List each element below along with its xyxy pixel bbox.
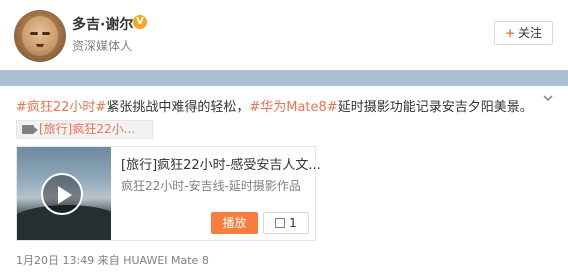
video-camera-icon	[22, 125, 38, 134]
follow-button[interactable]: + 关注	[494, 21, 553, 45]
hashtag-link[interactable]: #疯狂22小时#	[16, 100, 106, 115]
video-card-title[interactable]: [旅行]疯狂22小时-感受安吉人文...	[121, 154, 321, 173]
post-text: #疯狂22小时#紧张挑战中难得的轻松，#华为Mate8#延时摄影功能记录安吉夕阳…	[16, 96, 533, 115]
thumbs-up-icon	[275, 218, 286, 228]
avatar-eye-left	[30, 32, 38, 35]
like-count: 1	[289, 216, 297, 230]
chevron-down-svg	[543, 95, 553, 102]
section-divider	[0, 70, 568, 86]
video-thumbnail[interactable]	[17, 147, 111, 240]
chevron-down-icon[interactable]	[542, 92, 554, 104]
play-icon[interactable]	[41, 173, 83, 215]
post-text-segment: 延时摄影功能记录安吉夕阳美景。	[337, 100, 533, 115]
device-name: HUAWEI Mate 8	[123, 254, 209, 267]
video-link-label: [旅行]疯狂22小...	[39, 122, 136, 136]
post-footer: 1月20日 13:49 来自 HUAWEI Mate 8	[16, 252, 209, 268]
hashtag-link[interactable]: #华为Mate8#	[249, 100, 337, 115]
avatar[interactable]	[14, 10, 66, 62]
post-text-segment: 紧张挑战中难得的轻松，	[106, 100, 250, 115]
verified-badge-icon: V	[133, 15, 147, 29]
like-button[interactable]: 1	[263, 212, 309, 234]
from-label: 来自	[97, 254, 120, 267]
plus-icon: +	[504, 26, 516, 40]
video-link[interactable]: [旅行]疯狂22小...	[16, 120, 153, 139]
video-card-subtitle: 疯狂22小时-安吉线-延时摄影作品	[121, 179, 301, 193]
avatar-eye-right	[42, 32, 50, 35]
avatar-face	[22, 16, 58, 56]
username[interactable]: 多吉·谢尔	[72, 14, 133, 34]
play-button[interactable]: 播放	[211, 212, 258, 234]
post-time[interactable]: 1月20日 13:49	[16, 254, 94, 267]
follow-label: 关注	[518, 26, 543, 40]
video-card[interactable]: [旅行]疯狂22小时-感受安吉人文... 疯狂22小时-安吉线-延时摄影作品 播…	[16, 146, 321, 241]
user-subtitle: 资深媒体人	[72, 39, 133, 53]
profile-header: 多吉·谢尔 V 资深媒体人 + 关注	[0, 0, 568, 70]
